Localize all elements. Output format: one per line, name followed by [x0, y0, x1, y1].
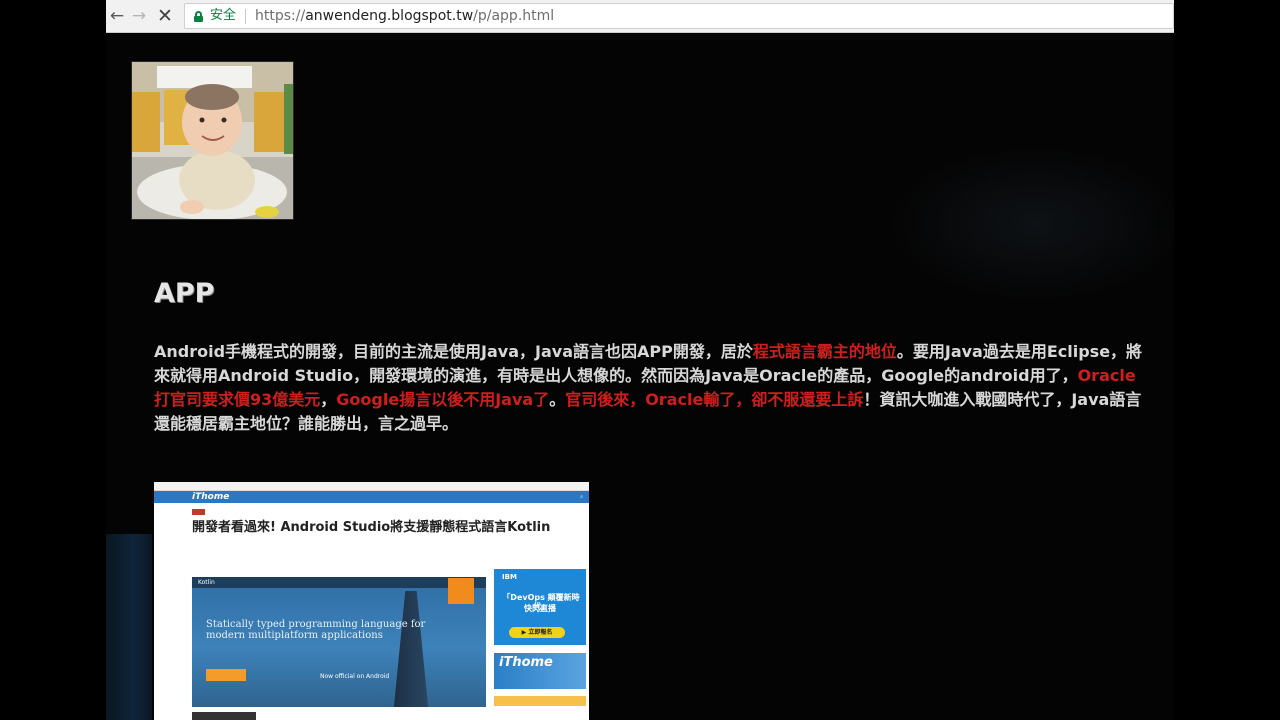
post-body: Android手機程式的開發，目前的主流是使用Java，Java語言也因APP開…	[154, 340, 1150, 436]
left-letterbox	[0, 0, 106, 720]
embedded-ad-ibm: IBM 「DevOps 顛覆新時代」 快閃直播 ▶ 立即報名	[494, 569, 586, 645]
body-text: 。	[549, 390, 566, 409]
address-bar[interactable]: 安全 https://anwendeng.blogspot.tw/p/app.h…	[184, 3, 1174, 29]
lighthouse-icon	[393, 591, 429, 707]
url-path: /p/app.html	[473, 8, 555, 24]
back-arrow-icon[interactable]: ←	[106, 6, 128, 26]
highlighted-text: 程式語言霸主的地位	[752, 342, 897, 361]
embedded-nav: iThome ⌕	[154, 491, 589, 503]
hero-cta	[206, 669, 246, 681]
hero-tagline: Statically typed programming language fo…	[206, 619, 426, 641]
embedded-ad-ithome: iThome	[494, 653, 586, 689]
background-strip	[106, 534, 152, 720]
embedded-lower-block	[192, 712, 256, 720]
stop-loading-icon[interactable]: ✕	[154, 6, 176, 26]
hero-badge	[448, 578, 474, 604]
background-glow	[886, 144, 1174, 304]
ad-button: ▶ 立即報名	[509, 627, 565, 638]
ibm-logo: IBM	[502, 573, 517, 581]
forward-arrow-icon[interactable]: →	[128, 6, 150, 26]
body-text: ，	[320, 390, 337, 409]
address-divider	[245, 9, 246, 24]
lock-icon	[194, 11, 203, 22]
embedded-headline: 開發者看過來! Android Studio將支援靜態程式語言Kotlin	[192, 520, 551, 535]
embedded-article-screenshot[interactable]: iThome ⌕ 開發者看過來! Android Studio將支援靜態程式語言…	[154, 482, 589, 720]
highlighted-text: Google揚言以後不用Java了	[336, 390, 550, 409]
embedded-tag	[192, 509, 205, 515]
browser-toolbar: ← → ✕ 安全 https://anwendeng.blogspot.tw/p…	[106, 0, 1174, 33]
hero-bar	[192, 577, 486, 588]
url-text[interactable]: https://anwendeng.blogspot.tw/p/app.html	[255, 8, 554, 25]
profile-photo[interactable]	[131, 61, 294, 220]
embedded-search-icon: ⌕	[580, 494, 583, 500]
kotlin-logo: Kotlin	[198, 579, 215, 586]
url-host: anwendeng.blogspot.tw	[305, 8, 474, 24]
secure-label: 安全	[210, 8, 237, 23]
right-letterbox	[1174, 0, 1280, 720]
hero-try: Now official on Android	[320, 673, 390, 680]
highlighted-text: 官司後來，Oracle輸了，卻不服還要上訴	[565, 390, 864, 409]
embedded-hero-image: Kotlin Statically typed programming lang…	[192, 577, 486, 707]
body-text: Android手機程式的開發，目前的主流是使用Java，Java語言也因APP開…	[154, 342, 753, 361]
post-title: APP	[154, 278, 215, 309]
blog-page: APP Android手機程式的開發，目前的主流是使用Java，Java語言也因…	[106, 34, 1174, 720]
ad-ithome-logo: iThome	[499, 655, 553, 670]
baby-photo-illustration	[132, 62, 293, 219]
url-scheme: https://	[255, 8, 306, 24]
embedded-browser-bar	[154, 482, 589, 491]
embedded-logo: iThome	[192, 492, 230, 502]
embedded-ad-banner	[494, 696, 586, 706]
ad-line2: 快閃直播	[524, 604, 556, 613]
